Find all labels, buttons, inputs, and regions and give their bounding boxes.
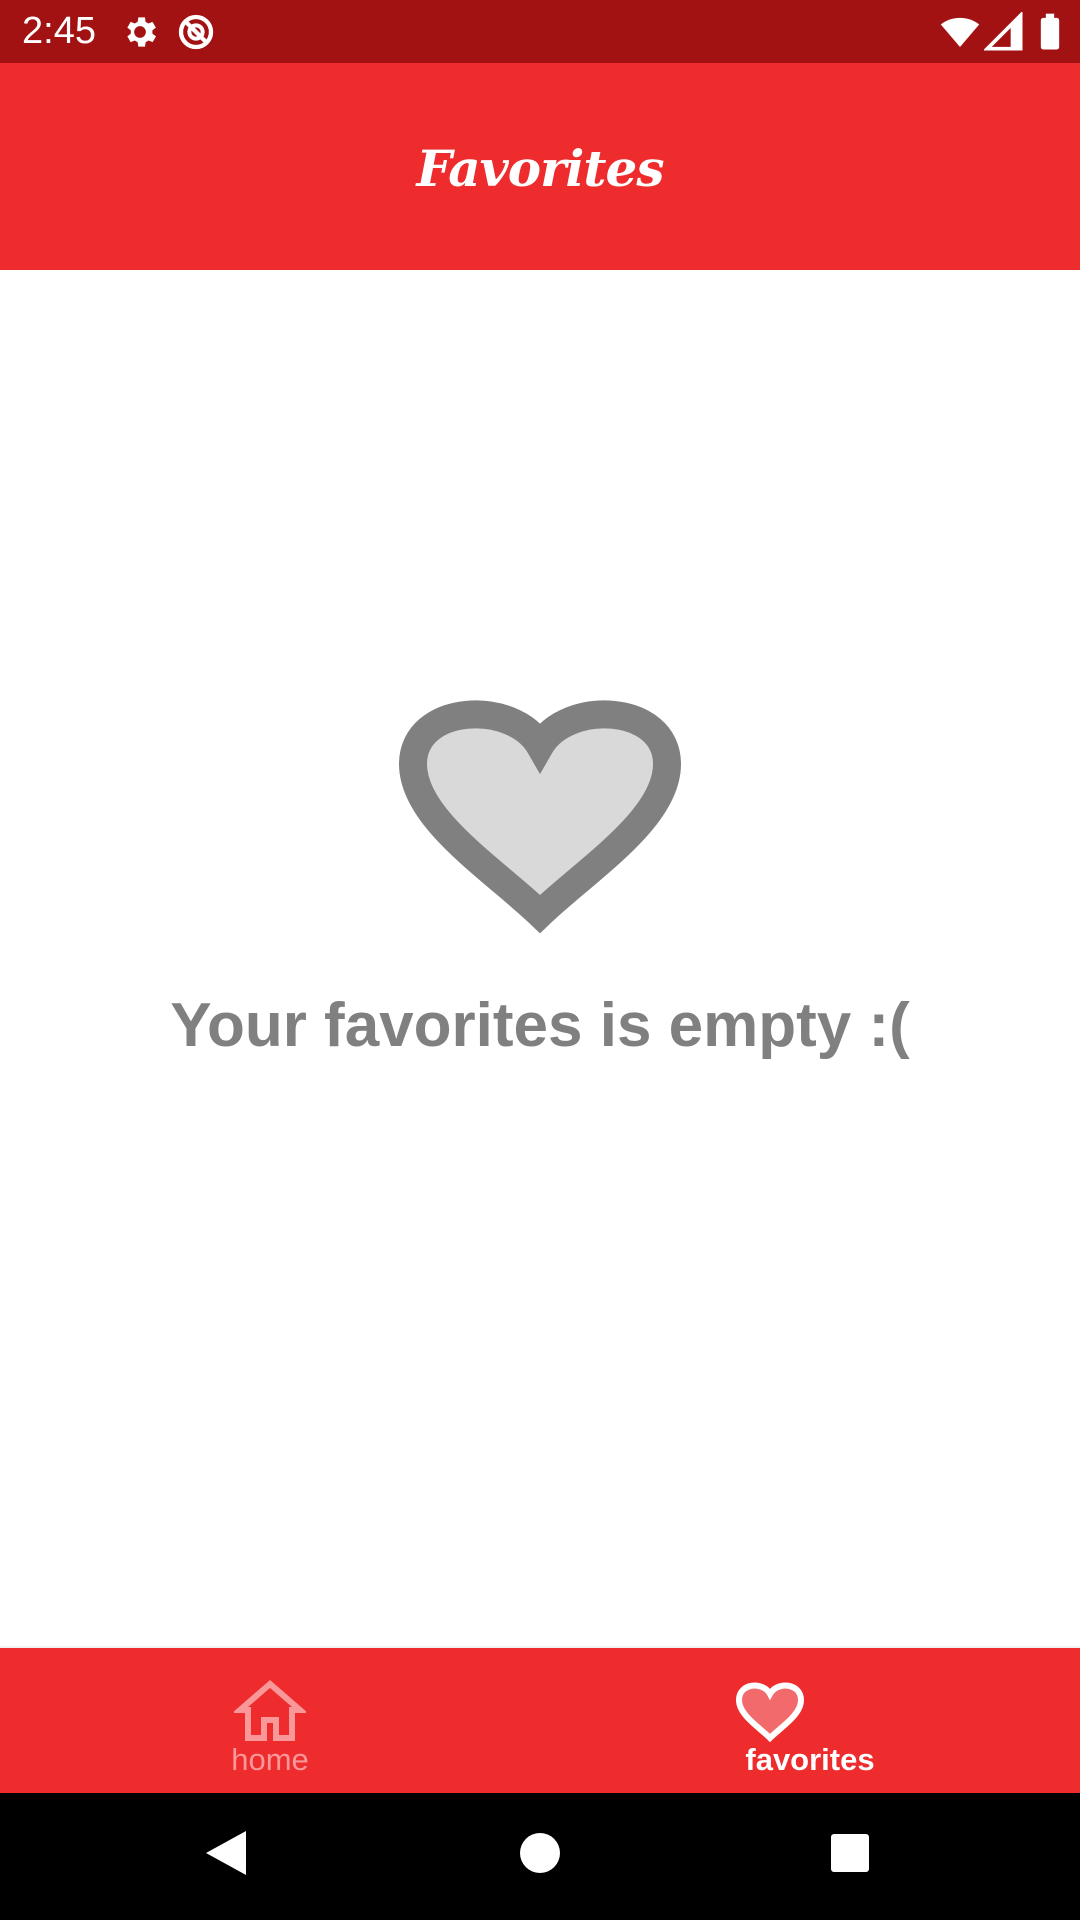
empty-state-message: Your favorites is empty :(: [170, 991, 910, 1060]
page-title: Favorites: [416, 139, 665, 198]
battery-icon: [1040, 13, 1060, 50]
home-icon: [234, 1680, 306, 1741]
status-bar: 2:45: [0, 0, 1080, 63]
nav-item-label: favorites: [745, 1742, 875, 1777]
recents-icon[interactable]: [820, 1823, 880, 1883]
heart-icon: [735, 1682, 805, 1742]
nav-item-favorites[interactable]: favorites: [540, 1648, 1080, 1793]
nav-item-label: home: [231, 1742, 309, 1777]
bottom-nav: home favorites: [0, 1646, 1080, 1793]
cellular-signal-icon: [984, 12, 1023, 51]
nav-item-home[interactable]: home: [0, 1648, 540, 1793]
gear-icon: [127, 17, 156, 47]
status-time: 2:45: [22, 10, 96, 52]
back-icon[interactable]: [196, 1823, 256, 1883]
app-bar: Favorites: [0, 63, 1080, 270]
sync-off-icon: [178, 14, 214, 50]
home-circle-icon[interactable]: [510, 1823, 570, 1883]
heart-outline-icon: [398, 700, 682, 934]
system-nav-bar: [0, 1793, 1080, 1920]
wifi-icon: [940, 17, 980, 47]
